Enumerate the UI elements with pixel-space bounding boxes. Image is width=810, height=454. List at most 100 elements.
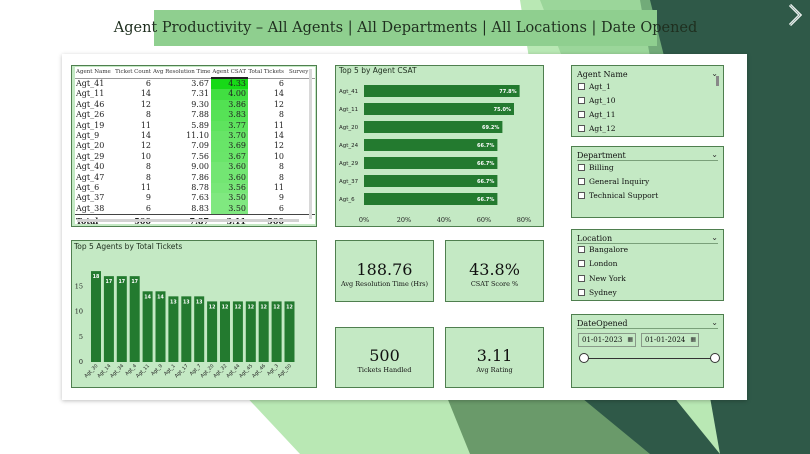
csat-data-label: 66.7%: [477, 143, 494, 149]
tickets-bar[interactable]: [142, 291, 153, 362]
table-row[interactable]: Agt_41 6 3.67 4.33 6: [75, 78, 315, 90]
column-header-total-tickets[interactable]: Total Tickets: [248, 67, 286, 79]
cell-ticket-count: 11: [140, 183, 151, 193]
cell-agent-csat: 4.00: [211, 89, 248, 100]
tickets-data-label: 12: [235, 304, 242, 310]
slicer-date-opened: DateOpened ⌄ 01-01-2023 ▦ 01-01-2024 ▦: [571, 314, 724, 388]
slicer-option-location[interactable]: Sydney: [578, 287, 617, 297]
table-row[interactable]: Agt_40 8 9.00 3.60 8: [75, 162, 315, 173]
chevron-down-icon[interactable]: ⌄: [711, 318, 718, 327]
tickets-category-label: Agt_50: [277, 363, 293, 379]
slicer-option-location[interactable]: New York: [578, 273, 626, 283]
table-header-row: Agent Name Ticket Count Avg Resolution T…: [75, 67, 315, 79]
checkbox[interactable]: [578, 245, 585, 253]
cell-ticket-count: 9: [145, 193, 151, 203]
table-horizontal-scrollbar[interactable]: [77, 219, 299, 222]
checkbox[interactable]: [578, 96, 585, 104]
slicer-option-location[interactable]: Bangalore: [578, 244, 628, 254]
tickets-bar[interactable]: [168, 296, 179, 362]
checkbox[interactable]: [578, 274, 585, 282]
tickets-bar[interactable]: [245, 301, 256, 362]
agent-table: Agent Name Ticket Count Avg Resolution T…: [75, 67, 315, 224]
table-row[interactable]: Agt_20 12 7.09 3.69 12: [75, 141, 315, 152]
tickets-bar[interactable]: [155, 291, 166, 362]
date-end-input[interactable]: 01-01-2024 ▦: [641, 333, 699, 347]
cell-ticket-count: 11: [140, 120, 151, 130]
cell-agent-name: Agt_40: [76, 162, 105, 172]
slicer-option-department[interactable]: General Inquiry: [578, 176, 649, 186]
kpi-rating: 3.11 Avg Rating: [445, 327, 544, 388]
slicer-agent-name: Agent Name ⌄ Agt_1 Agt_10 Agt_11 Agt_12: [571, 65, 724, 137]
csat-bar[interactable]: [364, 85, 520, 97]
slicer-option-department[interactable]: Technical Support: [578, 190, 658, 200]
slicer-option-agent[interactable]: Agt_11: [578, 109, 616, 119]
checkbox[interactable]: [578, 82, 585, 90]
cell-avg-resolution: 7.86: [191, 172, 209, 182]
cell-ticket-count: 8: [145, 110, 151, 120]
cell-agent-csat: 3.70: [211, 131, 248, 142]
table-row[interactable]: Agt_6 11 8.78 3.56 11: [75, 183, 315, 194]
table-row[interactable]: Agt_11 14 7.31 4.00 14: [75, 89, 315, 100]
tickets-bar[interactable]: [194, 296, 205, 362]
column-header-agent-name[interactable]: Agent Name: [75, 67, 113, 79]
calendar-icon[interactable]: ▦: [690, 336, 696, 343]
cell-agent-name: Agt_6: [76, 183, 100, 193]
csat-x-tick: 0%: [359, 216, 369, 224]
cell-ticket-count: 14: [140, 131, 151, 141]
slicer-date-title: DateOpened: [577, 319, 628, 328]
chevron-down-icon[interactable]: ⌄: [711, 150, 718, 159]
tickets-bar[interactable]: [284, 301, 295, 362]
date-range-track[interactable]: [583, 358, 715, 359]
table-vertical-scrollbar[interactable]: [309, 69, 312, 219]
slicer-option-location[interactable]: London: [578, 258, 617, 268]
date-range-end-handle[interactable]: [710, 353, 720, 363]
csat-category-label: Agt_29: [339, 161, 359, 167]
tickets-bar[interactable]: [258, 301, 269, 362]
tickets-bar[interactable]: [271, 301, 282, 362]
checkbox[interactable]: [578, 177, 585, 185]
column-header-agent-csat[interactable]: Agent CSAT: [211, 67, 248, 79]
column-header-ticket-count[interactable]: Ticket Count: [113, 67, 153, 79]
column-header-avg-resolution[interactable]: Avg Resolution Time: [153, 67, 211, 79]
tickets-bar[interactable]: [232, 301, 243, 362]
checkbox[interactable]: [578, 110, 585, 118]
slicer-option-agent[interactable]: Agt_12: [578, 123, 616, 133]
csat-bar[interactable]: [364, 103, 514, 115]
table-row[interactable]: Agt_38 6 8.83 3.50 6: [75, 203, 315, 215]
tickets-bar[interactable]: [129, 276, 140, 362]
cell-agent-csat: 4.33: [211, 78, 248, 90]
table-row[interactable]: Agt_46 12 9.30 3.86 12: [75, 99, 315, 111]
kpi-rating-label: Avg Rating: [476, 366, 513, 374]
tickets-bar[interactable]: [91, 271, 101, 362]
date-start-input[interactable]: 01-01-2023 ▦: [578, 333, 636, 347]
slicer-option-department[interactable]: Billing: [578, 162, 614, 172]
table-row[interactable]: Agt_9 14 11.10 3.70 14: [75, 131, 315, 142]
table-row[interactable]: Agt_29 10 7.56 3.67 10: [75, 151, 315, 163]
cell-ticket-count: 12: [140, 99, 151, 109]
chevron-right-icon[interactable]: [786, 2, 806, 28]
slicer-option-agent[interactable]: Agt_1: [578, 81, 611, 91]
tickets-data-label: 14: [144, 294, 151, 300]
table-row[interactable]: Agt_26 8 7.88 3.83 8: [75, 110, 315, 121]
tickets-bar[interactable]: [103, 276, 114, 362]
csat-x-tick: 80%: [517, 216, 531, 224]
tickets-bar[interactable]: [181, 296, 192, 362]
checkbox[interactable]: [578, 288, 585, 296]
cell-avg-resolution: 8.78: [191, 183, 209, 193]
tickets-bar[interactable]: [116, 276, 127, 362]
kpi-csat: 43.8% CSAT Score %: [445, 240, 544, 302]
table-row[interactable]: Agt_19 11 5.89 3.77 11: [75, 120, 315, 132]
calendar-icon[interactable]: ▦: [627, 336, 633, 343]
table-row[interactable]: Agt_37 9 7.63 3.50 9: [75, 193, 315, 204]
date-range-start-handle[interactable]: [579, 353, 589, 363]
checkbox[interactable]: [578, 191, 585, 199]
checkbox[interactable]: [578, 259, 585, 267]
slicer-option-agent[interactable]: Agt_10: [578, 95, 616, 105]
chevron-down-icon[interactable]: ⌄: [711, 233, 718, 242]
checkbox[interactable]: [578, 124, 585, 132]
slicer-scrollbar[interactable]: [716, 76, 719, 86]
tickets-bar[interactable]: [220, 301, 230, 362]
tickets-bar[interactable]: [207, 301, 218, 362]
checkbox[interactable]: [578, 163, 585, 171]
table-row[interactable]: Agt_47 8 7.86 3.60 8: [75, 172, 315, 184]
